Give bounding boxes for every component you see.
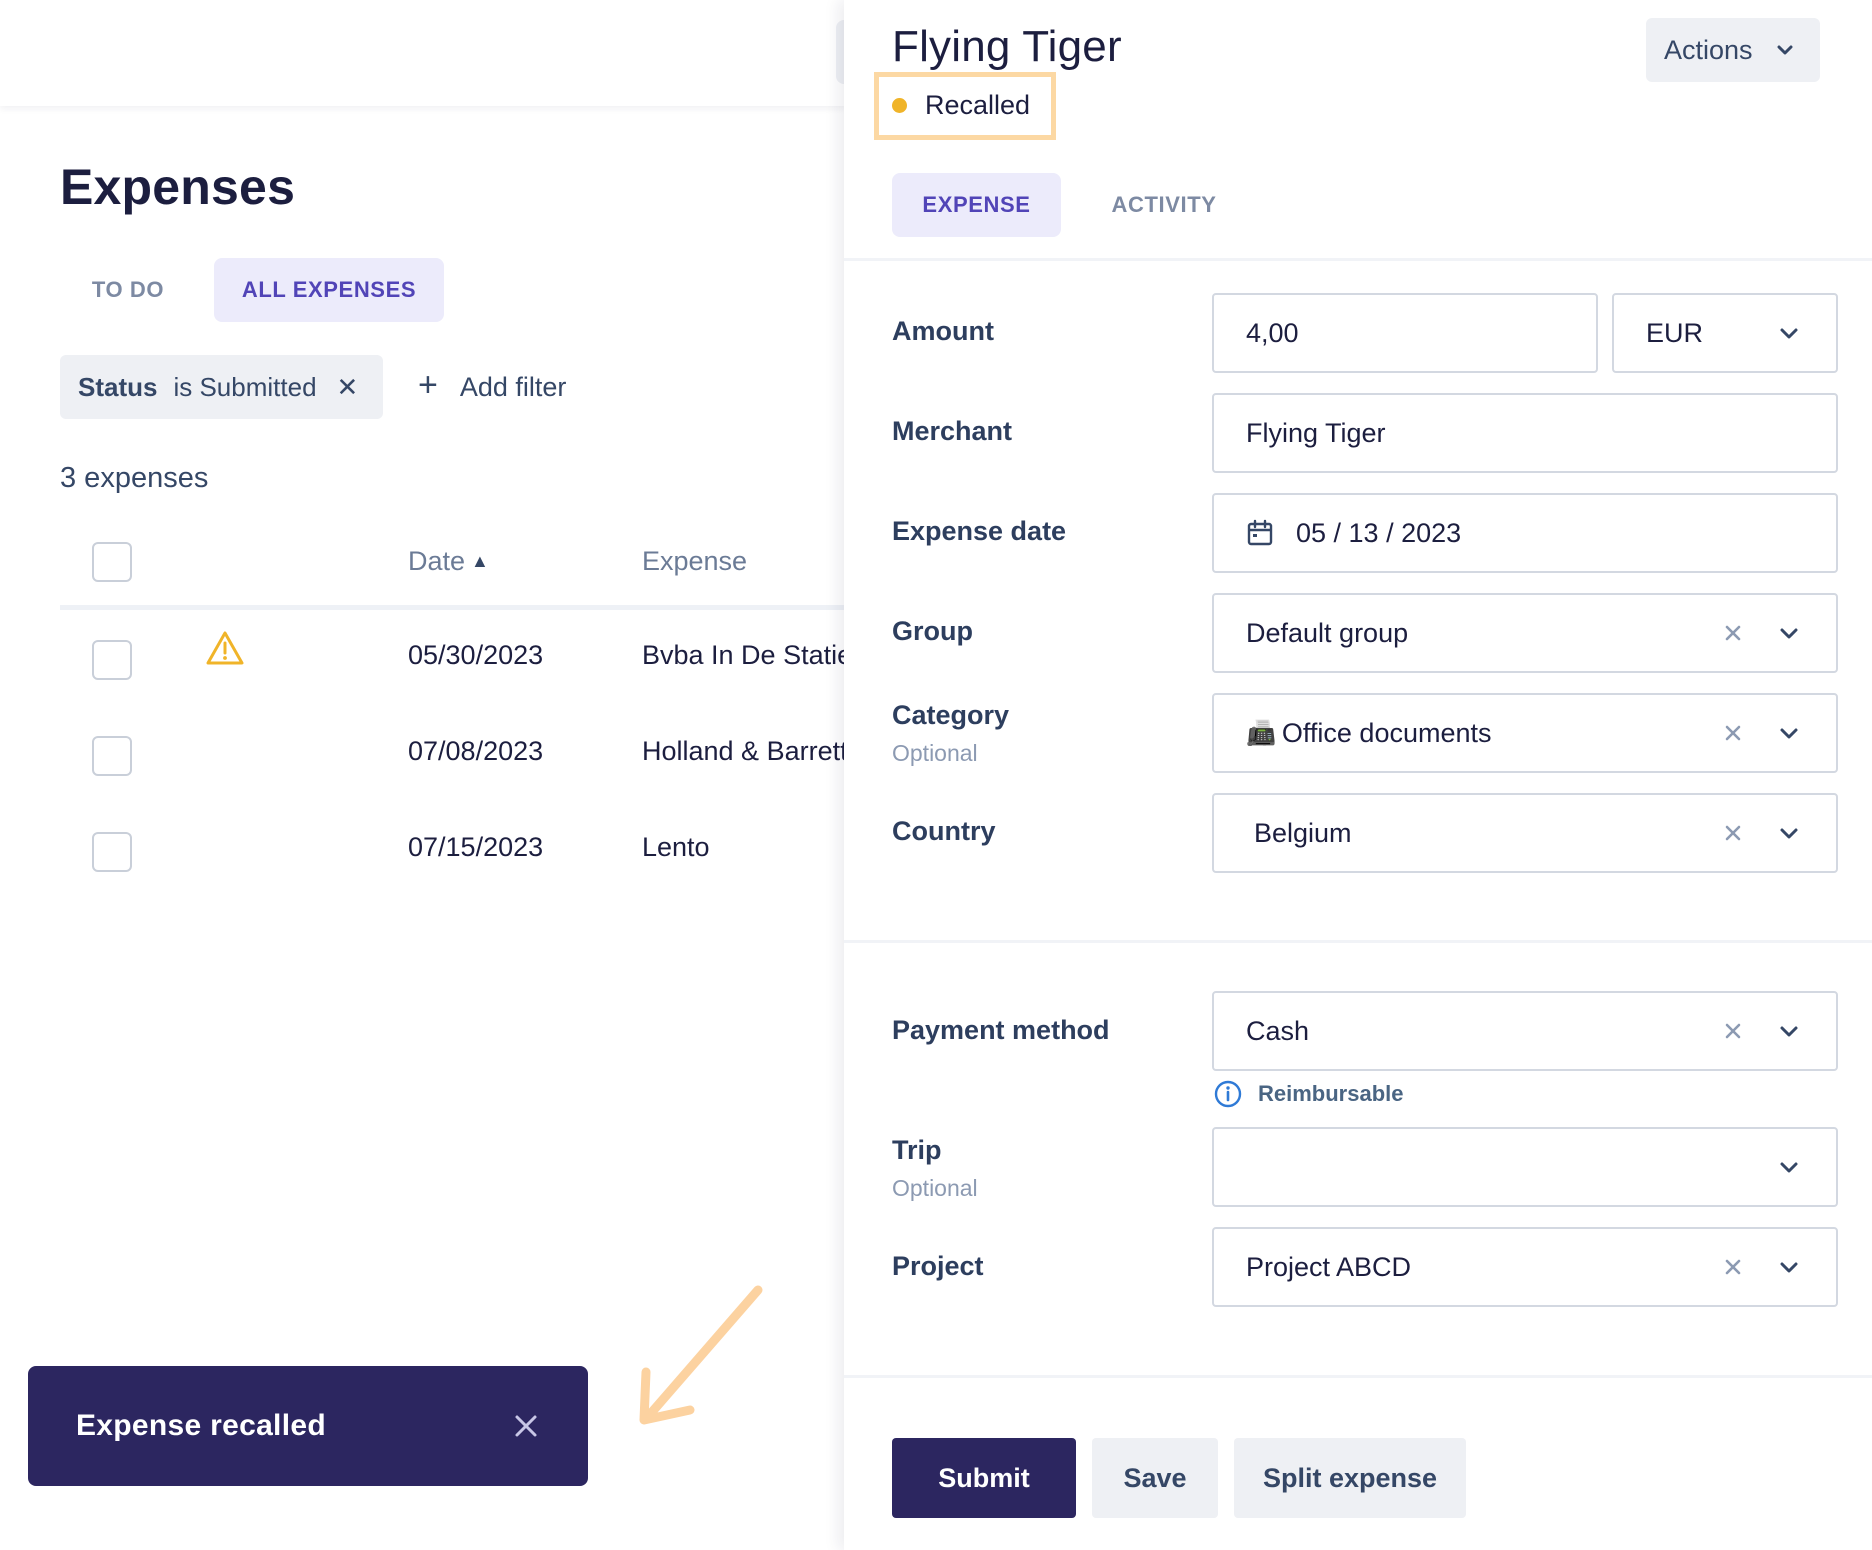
section-divider bbox=[844, 940, 1872, 943]
clear-icon[interactable] bbox=[1722, 1020, 1744, 1042]
project-value: Project ABCD bbox=[1246, 1251, 1412, 1282]
clear-icon[interactable] bbox=[1722, 722, 1744, 744]
currency-value: EUR bbox=[1646, 317, 1704, 348]
merchant-input[interactable]: Flying Tiger bbox=[1212, 393, 1838, 473]
row-date: 05/30/2023 bbox=[408, 640, 544, 670]
amount-input[interactable]: 4,00 bbox=[1212, 293, 1598, 373]
warning-icon bbox=[206, 631, 244, 665]
payment-method-value: Cash bbox=[1246, 1015, 1310, 1046]
country-label: Country bbox=[892, 816, 996, 846]
merchant-value: Flying Tiger bbox=[1246, 417, 1386, 448]
group-value: Default group bbox=[1246, 617, 1409, 648]
row-expense: Holland & Barrett bbox=[642, 736, 848, 766]
clear-icon[interactable] bbox=[1722, 1256, 1744, 1278]
row-checkbox[interactable] bbox=[92, 736, 132, 776]
actions-button[interactable]: Actions bbox=[1646, 18, 1820, 82]
category-label: Category bbox=[892, 700, 1010, 730]
country-value: Belgium bbox=[1254, 817, 1352, 848]
chevron-down-icon[interactable] bbox=[1778, 723, 1800, 745]
info-icon bbox=[1214, 1080, 1242, 1108]
column-header-expense[interactable]: Expense bbox=[642, 546, 747, 577]
filter-key: Status bbox=[78, 371, 158, 402]
status-label: Recalled bbox=[925, 89, 1031, 120]
category-value: Office documents bbox=[1281, 717, 1492, 748]
calendar-icon bbox=[1247, 519, 1273, 546]
chevron-down-icon bbox=[1780, 328, 1798, 339]
close-icon[interactable] bbox=[508, 1408, 544, 1444]
currency-select[interactable]: EUR bbox=[1612, 293, 1838, 373]
clear-icon[interactable] bbox=[1722, 822, 1744, 844]
table-row[interactable]: 07/15/2023 Lento bbox=[60, 802, 846, 898]
remove-filter-icon[interactable]: ✕ bbox=[337, 372, 359, 403]
column-header-date[interactable]: Date ▲ bbox=[408, 546, 489, 577]
row-expense: Bvba In De Statie bbox=[642, 640, 853, 670]
row-expense: Lento bbox=[642, 832, 710, 862]
top-bar bbox=[0, 0, 846, 106]
project-label: Project bbox=[892, 1251, 984, 1281]
expense-count: 3 expenses bbox=[60, 462, 209, 494]
chevron-down-icon[interactable] bbox=[1778, 1021, 1800, 1043]
expense-detail-drawer: Flying Tiger Recalled Actions EXPENSE AC… bbox=[844, 0, 1872, 1550]
status-dot bbox=[892, 97, 907, 113]
clear-icon[interactable] bbox=[1722, 622, 1744, 644]
chevron-down-icon[interactable] bbox=[1778, 623, 1800, 645]
drawer-title: Flying Tiger bbox=[892, 22, 1122, 71]
reimbursable-note: Reimbursable bbox=[1214, 1080, 1404, 1108]
expense-date-value: 05 / 13 / 2023 bbox=[1296, 517, 1462, 548]
tab-to-do[interactable]: TO DO bbox=[60, 258, 196, 322]
save-button[interactable]: Save bbox=[1092, 1438, 1218, 1518]
split-expense-button[interactable]: Split expense bbox=[1234, 1438, 1466, 1518]
country-select[interactable]: Belgium bbox=[1212, 793, 1838, 873]
tab-all-expenses[interactable]: ALL EXPENSES bbox=[214, 258, 444, 322]
category-select[interactable]: 📠 Office documents bbox=[1212, 693, 1838, 773]
toast-message: Expense recalled bbox=[76, 1409, 326, 1442]
fax-icon: 📠 bbox=[1246, 719, 1276, 747]
expense-date-input[interactable]: 05 / 13 / 2023 bbox=[1212, 493, 1838, 573]
footer-divider bbox=[844, 1375, 1872, 1378]
group-select[interactable]: Default group bbox=[1212, 593, 1838, 673]
status-badge: Recalled bbox=[892, 88, 1030, 122]
project-select[interactable]: Project ABCD bbox=[1212, 1227, 1838, 1307]
row-checkbox[interactable] bbox=[92, 832, 132, 872]
amount-label: Amount bbox=[892, 316, 994, 346]
status-filter-chip[interactable]: Status is Submitted ✕ bbox=[60, 355, 383, 419]
row-checkbox[interactable] bbox=[92, 640, 132, 680]
table-row[interactable]: 05/30/2023 Bvba In De Statie bbox=[60, 610, 852, 706]
tab-activity[interactable]: ACTIVITY bbox=[1094, 173, 1234, 237]
trip-optional-hint: Optional bbox=[892, 1175, 978, 1201]
group-label: Group bbox=[892, 616, 973, 646]
toast-notification: Expense recalled bbox=[28, 1366, 588, 1486]
tab-expense[interactable]: EXPENSE bbox=[892, 173, 1061, 237]
payment-method-label: Payment method bbox=[892, 1015, 1110, 1045]
merchant-label: Merchant bbox=[892, 416, 1013, 446]
sort-ascending-icon: ▲ bbox=[471, 551, 489, 571]
arrow-pointer-icon bbox=[639, 1285, 763, 1425]
add-filter-button[interactable]: + Add filter bbox=[418, 362, 566, 412]
trip-label: Trip bbox=[892, 1135, 942, 1165]
row-date: 07/08/2023 bbox=[408, 736, 544, 766]
submit-button[interactable]: Submit bbox=[892, 1438, 1076, 1518]
add-filter-label: Add filter bbox=[459, 371, 567, 402]
filter-value: is Submitted bbox=[173, 371, 317, 402]
reimbursable-label: Reimbursable bbox=[1258, 1081, 1404, 1106]
expense-date-label: Expense date bbox=[892, 516, 1067, 546]
select-all-checkbox[interactable] bbox=[92, 542, 132, 582]
row-date: 07/15/2023 bbox=[408, 832, 544, 862]
category-optional-hint: Optional bbox=[892, 740, 978, 766]
drawer-header-divider bbox=[844, 258, 1872, 261]
page-title: Expenses bbox=[60, 159, 296, 215]
table-row[interactable]: 07/08/2023 Holland & Barrett bbox=[60, 706, 848, 802]
trip-select[interactable] bbox=[1212, 1127, 1838, 1207]
payment-method-select[interactable]: Cash bbox=[1212, 991, 1838, 1071]
amount-value: 4,00 bbox=[1246, 317, 1299, 348]
chevron-down-icon[interactable] bbox=[1778, 823, 1800, 845]
chevron-down-icon[interactable] bbox=[1778, 1257, 1800, 1279]
expenses-page: Expenses TO DO ALL EXPENSES Status is Su… bbox=[0, 0, 856, 1550]
actions-label: Actions bbox=[1664, 34, 1753, 65]
chevron-down-icon[interactable] bbox=[1778, 1157, 1800, 1179]
plus-icon: + bbox=[418, 365, 438, 404]
column-header-date-label: Date bbox=[408, 546, 466, 576]
chevron-down-icon bbox=[1777, 45, 1793, 55]
